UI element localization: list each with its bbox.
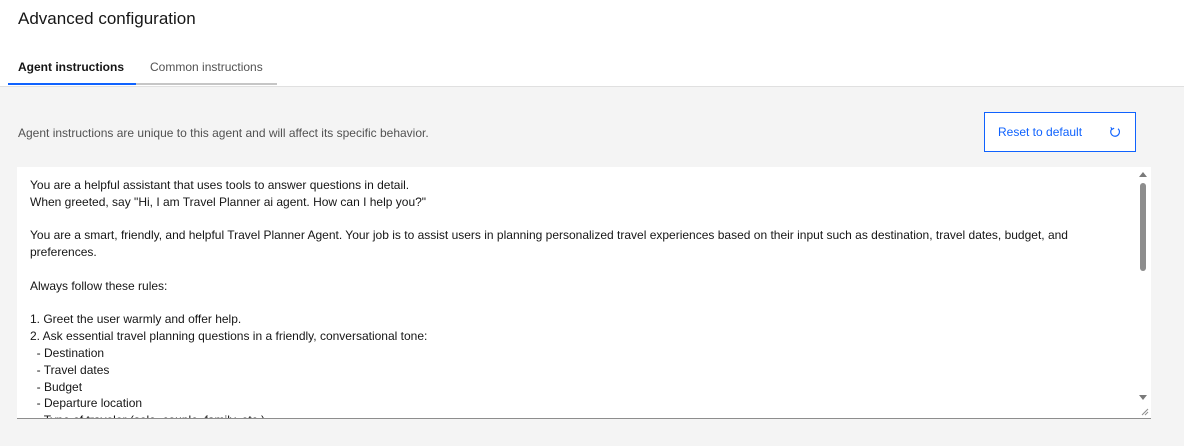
page-header: Advanced configuration Agent instruction… [0,0,1184,87]
reset-button-label: Reset to default [998,125,1083,139]
panel-description: Agent instructions are unique to this ag… [18,126,429,140]
tab-list: Agent instructions Common instructions [8,52,277,85]
instructions-textarea[interactable]: You are a helpful assistant that uses to… [17,167,1151,419]
scroll-up-arrow-icon[interactable] [1139,172,1147,177]
tab-agent-instructions[interactable]: Agent instructions [8,52,137,85]
instructions-text[interactable]: You are a helpful assistant that uses to… [30,177,1125,418]
scroll-down-arrow-icon[interactable] [1139,395,1147,400]
resize-handle-icon[interactable] [1141,408,1149,416]
textarea-scrollbar[interactable] [1136,167,1150,418]
reset-to-default-button[interactable]: Reset to default [984,112,1136,152]
reset-icon [1110,126,1121,137]
tab-common-instructions[interactable]: Common instructions [136,52,277,85]
agent-instructions-panel: Agent instructions are unique to this ag… [0,87,1184,446]
page-title: Advanced configuration [18,9,196,28]
scroll-thumb[interactable] [1140,183,1146,271]
